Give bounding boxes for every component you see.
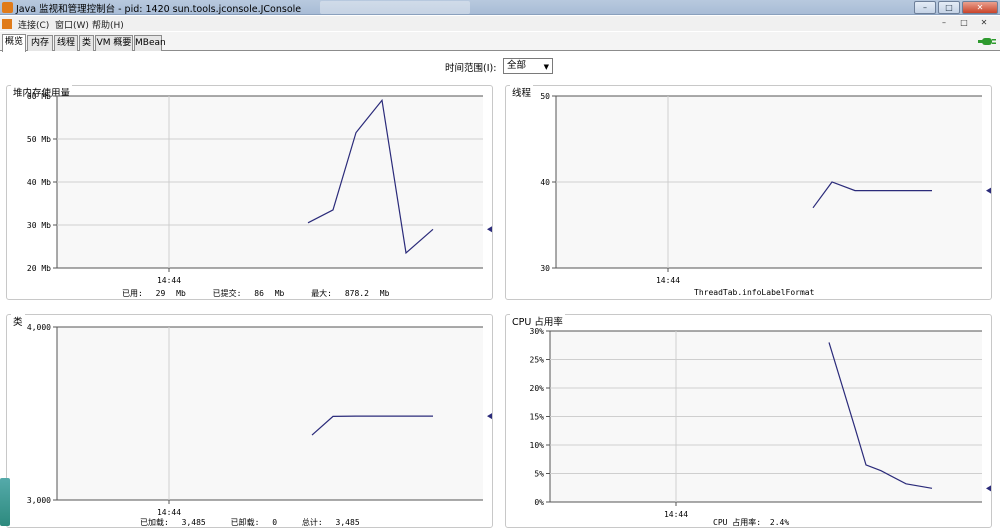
y-tick-label: 50 Mb xyxy=(27,135,51,144)
panel-heap-memory: 堆内存使用量 60 Mb50 Mb40 Mb30 Mb20 Mb14:44已用2… xyxy=(6,85,493,300)
connection-plug-icon xyxy=(978,38,996,45)
cpu-chart: 30%25%20%15%10%5%0%14:44CPU 占用率2.4% xyxy=(530,327,991,519)
y-tick-label: 30% xyxy=(530,327,545,336)
plot-area xyxy=(57,327,483,500)
inner-minimize-button[interactable]: – xyxy=(938,18,950,29)
maximize-button[interactable]: □ xyxy=(938,1,960,14)
y-tick-label: 60 Mb xyxy=(27,92,51,101)
background-taskbar-item xyxy=(320,1,470,14)
tab-threads[interactable]: 线程 xyxy=(54,35,78,51)
y-tick-label: 40 Mb xyxy=(27,178,51,187)
time-range-select[interactable]: 全部 ▼ xyxy=(503,58,553,74)
unloaded-label: 已卸载: xyxy=(230,518,260,527)
inner-restore-button[interactable]: □ xyxy=(958,18,970,29)
chevron-down-icon: ▼ xyxy=(543,63,549,71)
y-tick-label: 40 xyxy=(540,178,550,187)
tab-bar: 概览 内存 线程 类 VM 概要 MBean xyxy=(0,32,1000,52)
y-tick-label: 25% xyxy=(530,356,545,365)
x-tick-label: 14:44 xyxy=(664,510,688,519)
x-tick-label: 14:44 xyxy=(656,276,680,285)
heap-footer: 已用: 29 Mb 已提交: 86 Mb 最大: 878.2 Mb xyxy=(122,288,389,299)
y-tick-label: 15% xyxy=(530,413,545,422)
loaded-value: 3,485 xyxy=(181,518,206,527)
total-value: 3,485 xyxy=(335,518,360,527)
menu-connection[interactable]: 连接(C) xyxy=(18,18,49,31)
side-scroll-handle[interactable] xyxy=(0,478,10,526)
tab-mbean[interactable]: MBean xyxy=(134,35,166,51)
window-title: Java 监视和管理控制台 - pid: 1420 sun.tools.jcon… xyxy=(16,4,302,15)
y-tick-label: 20 Mb xyxy=(27,264,51,273)
java-app-icon xyxy=(2,2,13,13)
x-tick-label: 14:44 xyxy=(157,276,181,285)
minimize-button[interactable]: – xyxy=(914,1,936,14)
cpu-footer: CPU 占用率: 2.4% xyxy=(713,517,789,528)
panel-classes: 类 4,0003,00014:44已加载3,485 已加载: 3,485 已卸载… xyxy=(6,314,493,528)
inner-close-button[interactable]: ✕ xyxy=(978,18,990,29)
tab-vm-summary[interactable]: VM 概要 xyxy=(95,35,133,51)
tab-overview[interactable]: 概览 xyxy=(2,34,26,52)
menu-help[interactable]: 帮助(H) xyxy=(92,18,124,31)
classes-chart: 4,0003,00014:44已加载3,485 xyxy=(27,323,492,517)
classes-footer: 已加载: 3,485 已卸载: 0 总计: 3,485 xyxy=(140,517,360,528)
close-button[interactable]: ✕ xyxy=(962,1,998,14)
total-label: 总计: xyxy=(301,518,323,527)
overview-content: 时间范围(I): 全部 ▼ 堆内存使用量 60 Mb 50 Mb 40 Mb 30 M… xyxy=(0,52,1000,530)
loaded-label: 已加载: xyxy=(140,518,169,527)
legend-marker-icon xyxy=(986,485,991,492)
committed-value: 86 xyxy=(254,289,264,298)
heap-chart: 60 Mb50 Mb40 Mb30 Mb20 Mb14:44已用28,952,9… xyxy=(27,92,492,285)
used-value: 29 xyxy=(155,289,166,298)
menu-window[interactable]: 窗口(W) xyxy=(55,18,89,31)
document-icon xyxy=(2,19,12,29)
y-tick-label: 4,000 xyxy=(27,323,51,332)
time-range-value: 全部 xyxy=(507,60,527,71)
window-titlebar: Java 监视和管理控制台 - pid: 1420 sun.tools.jcon… xyxy=(0,0,1000,15)
y-tick-label: 10% xyxy=(530,441,545,450)
committed-label: 已提交: xyxy=(212,289,242,298)
y-tick-label: 30 Mb xyxy=(27,221,51,230)
max-unit: Mb xyxy=(379,289,390,298)
threads-footer: ThreadTab.infoLabelFormat xyxy=(694,288,815,297)
y-tick-label: 0% xyxy=(534,498,544,507)
panel-threads: 线程 50403014:44活动线程39 ThreadTab.infoLabel… xyxy=(505,85,992,300)
threads-chart: 50403014:44活动线程39 xyxy=(540,92,991,285)
legend-marker-icon xyxy=(487,226,492,233)
tab-classes[interactable]: 类 xyxy=(79,35,94,51)
y-tick-label: 30 xyxy=(540,264,550,273)
unloaded-value: 0 xyxy=(272,518,278,527)
legend-marker-icon xyxy=(986,187,991,194)
tab-memory[interactable]: 内存 xyxy=(27,35,53,51)
cpu-footer-label: CPU 占用率: xyxy=(713,518,762,527)
y-tick-label: 50 xyxy=(540,92,550,101)
legend-marker-icon xyxy=(487,413,492,420)
x-tick-label: 14:44 xyxy=(157,508,181,517)
max-value: 878.2 xyxy=(344,289,369,298)
max-label: 最大: xyxy=(311,289,333,298)
used-label: 已用: xyxy=(122,289,143,298)
time-range-label: 时间范围(I): xyxy=(445,63,497,74)
menu-bar: 连接(C) 窗口(W) 帮助(H) – □ ✕ xyxy=(0,16,1000,31)
y-tick-label: 3,000 xyxy=(27,496,51,505)
committed-unit: Mb xyxy=(274,289,285,298)
cpu-footer-value: 2.4% xyxy=(769,518,790,527)
y-tick-label: 5% xyxy=(534,470,544,479)
used-unit: Mb xyxy=(176,289,186,298)
y-tick-label: 20% xyxy=(530,384,545,393)
panel-cpu-usage: CPU 占用率 30%25%20%15%10%5%0%14:44CPU 占用率2… xyxy=(505,314,992,528)
